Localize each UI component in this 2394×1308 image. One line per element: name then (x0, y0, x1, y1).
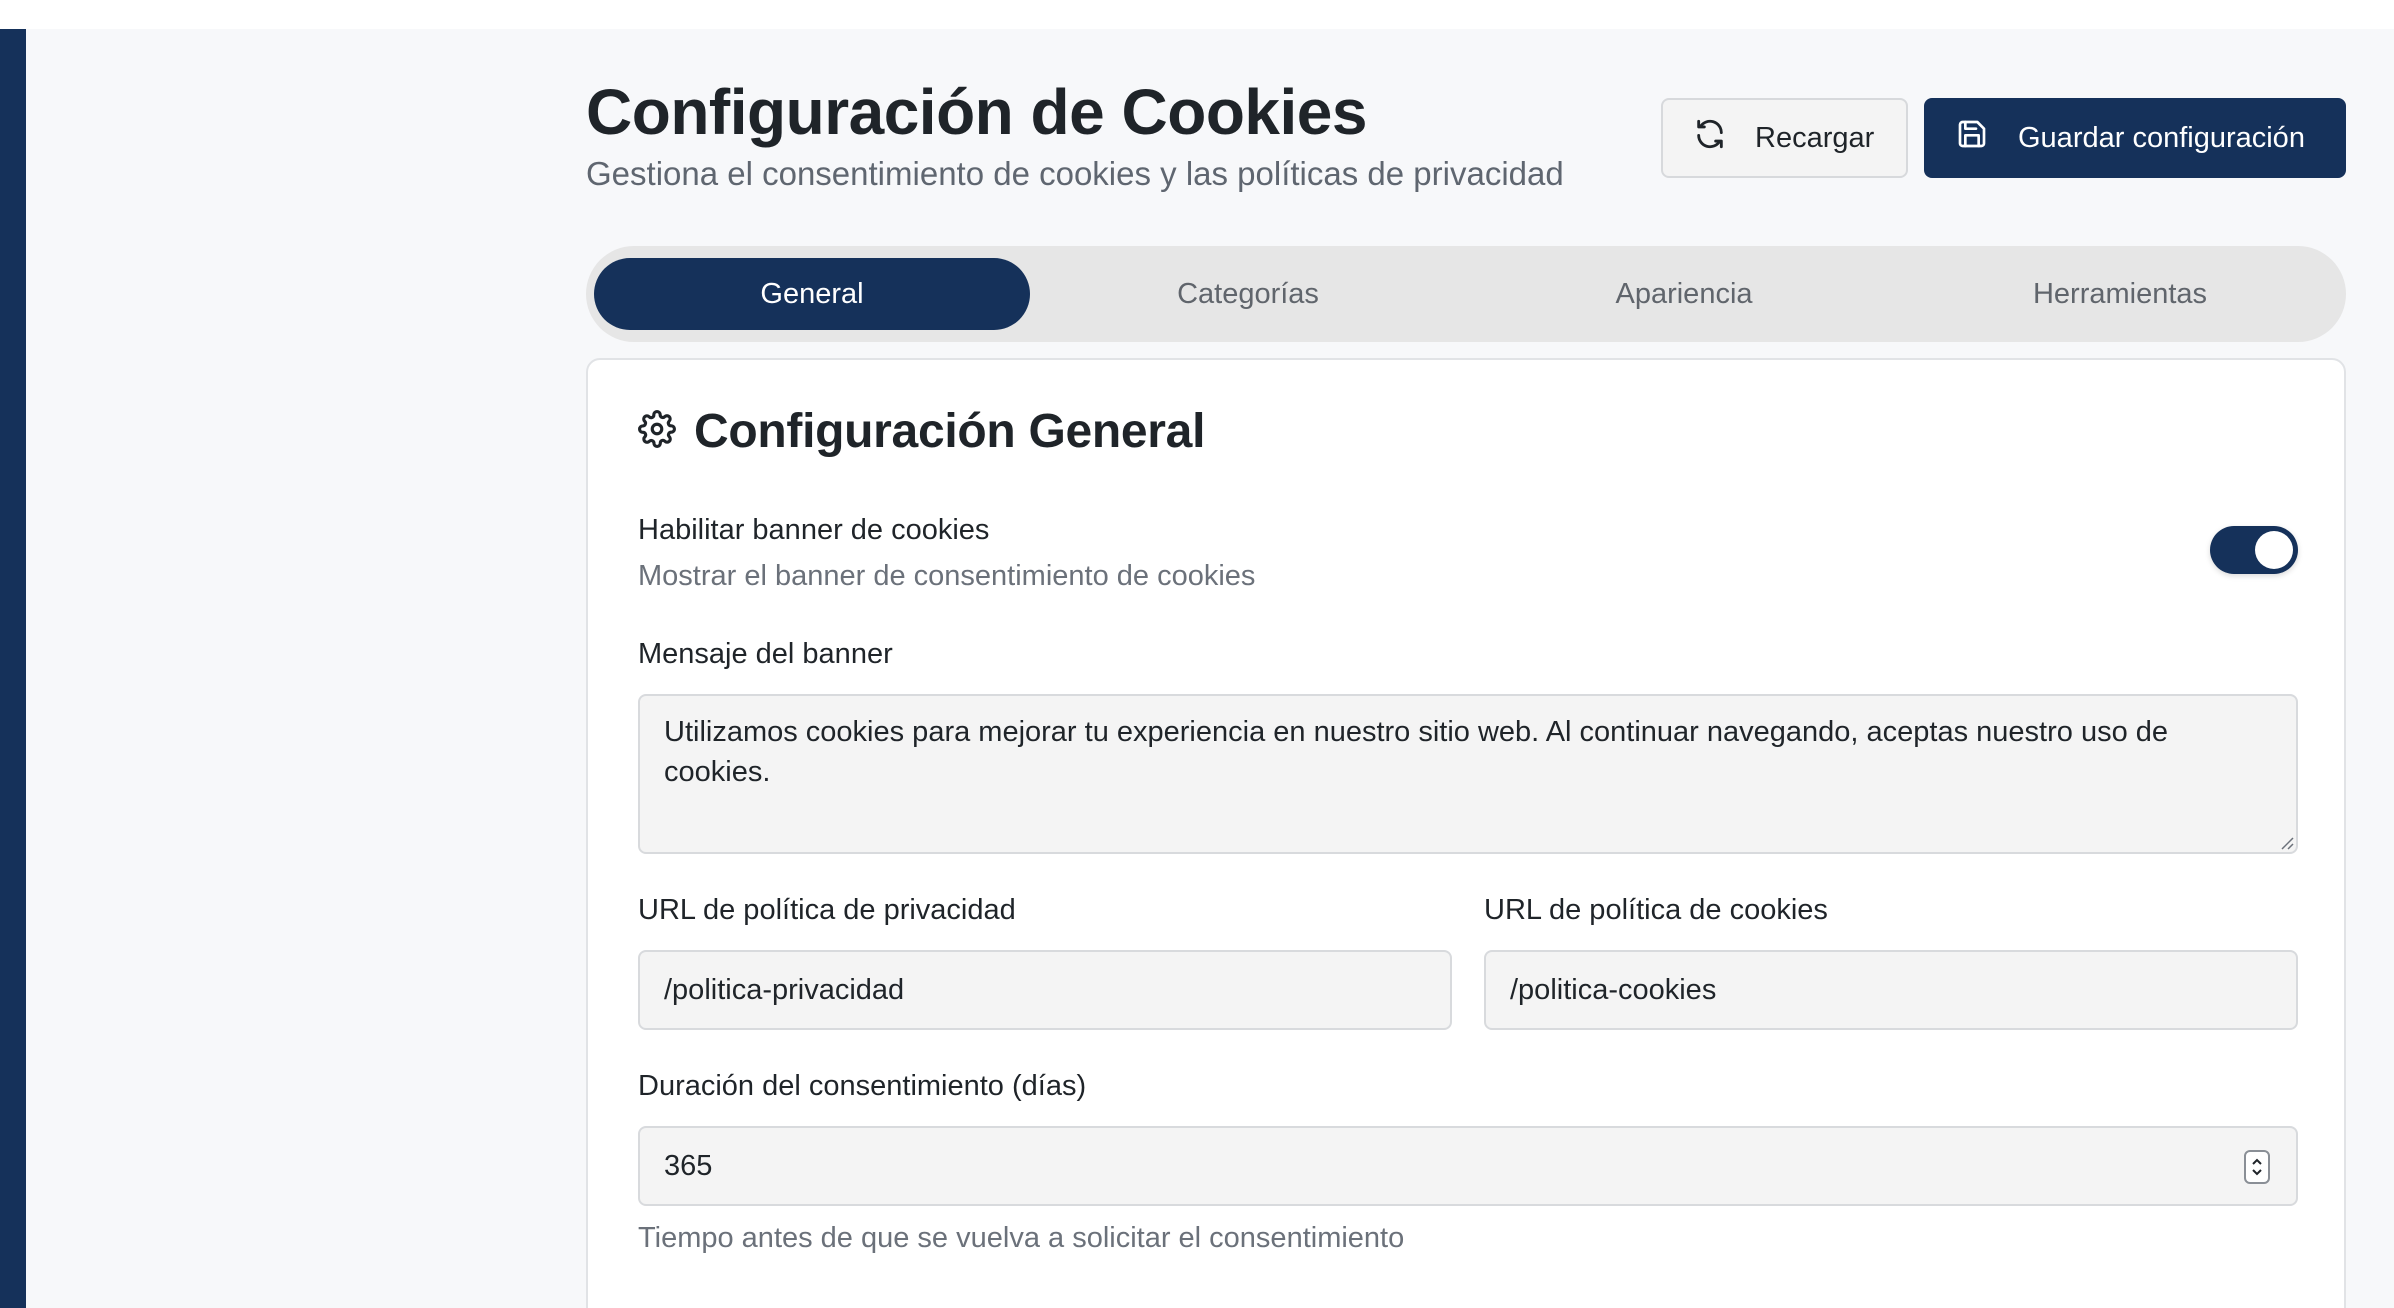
banner-message-label: Mensaje del banner (638, 638, 893, 670)
consent-duration-input[interactable] (638, 1126, 2298, 1206)
tab-tools[interactable]: Herramientas (1902, 258, 2338, 330)
general-settings-card: Configuración General Habilitar banner d… (586, 358, 2346, 1308)
banner-toggle-description: Mostrar el banner de consentimiento de c… (638, 560, 1256, 592)
cookies-url-label: URL de política de cookies (1484, 894, 1828, 926)
number-stepper[interactable] (2244, 1150, 2270, 1184)
consent-duration-help: Tiempo antes de que se vuelva a solicita… (638, 1222, 1405, 1254)
save-label: Guardar configuración (2018, 121, 2305, 154)
card-header: Configuración General (638, 404, 1205, 459)
cookies-url-input[interactable] (1484, 950, 2298, 1030)
reload-button[interactable]: Recargar (1661, 98, 1908, 178)
gear-icon (638, 410, 676, 453)
page-subtitle: Gestiona el consentimiento de cookies y … (586, 155, 1564, 192)
tab-appearance[interactable]: Apariencia (1466, 258, 1902, 330)
banner-toggle-label: Habilitar banner de cookies (638, 514, 990, 546)
banner-enable-toggle[interactable] (2210, 526, 2298, 574)
reload-label: Recargar (1755, 121, 1875, 154)
tab-bar: General Categorías Apariencia Herramient… (586, 246, 2346, 342)
tab-categories[interactable]: Categorías (1030, 258, 1466, 330)
toggle-knob (2255, 531, 2293, 569)
save-button[interactable]: Guardar configuración (1924, 98, 2346, 178)
stepper-arrows-icon (2252, 1158, 2262, 1176)
page-title: Configuración de Cookies (586, 76, 1367, 148)
privacy-url-label: URL de política de privacidad (638, 894, 1016, 926)
consent-duration-label: Duración del consentimiento (días) (638, 1070, 1087, 1102)
top-strip (0, 0, 2394, 29)
resize-grip-icon[interactable] (2278, 834, 2294, 850)
sidebar-edge (0, 29, 26, 1308)
section-title: Configuración General (694, 405, 1206, 458)
refresh-icon (1693, 117, 1727, 159)
save-icon (1956, 118, 1988, 158)
banner-message-textarea[interactable]: Utilizamos cookies para mejorar tu exper… (638, 694, 2298, 854)
privacy-url-input[interactable] (638, 950, 1452, 1030)
tab-general[interactable]: General (594, 258, 1030, 330)
